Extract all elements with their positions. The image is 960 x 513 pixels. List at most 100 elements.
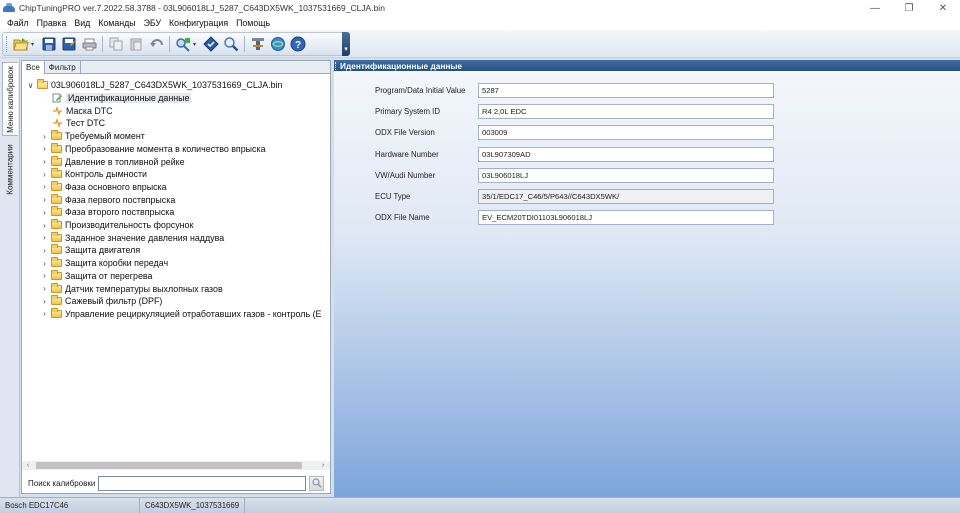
expand-icon[interactable]: › bbox=[40, 233, 49, 242]
save-as-icon[interactable] bbox=[60, 35, 78, 53]
field-value[interactable]: EV_ECM20TDI01103L906018LJ bbox=[478, 210, 774, 226]
copy-icon[interactable] bbox=[107, 35, 125, 53]
expand-icon[interactable]: › bbox=[40, 170, 49, 179]
folder-icon bbox=[51, 180, 62, 191]
menu-edit[interactable]: Правка bbox=[33, 18, 71, 28]
folder-icon bbox=[51, 244, 62, 255]
menu-bar: Файл Правка Вид Команды ЭБУ Конфигурация… bbox=[0, 16, 960, 30]
menu-help[interactable]: Помощь bbox=[232, 18, 274, 28]
tree-root-node[interactable]: ∨ 03L906018LJ_5287_C643DX5WK_1037531669_… bbox=[26, 79, 282, 92]
tree-folder[interactable]: › Фаза второго поствпрыска bbox=[40, 206, 174, 219]
undo-icon[interactable] bbox=[147, 35, 165, 53]
restore-button[interactable]: ❐ bbox=[892, 0, 926, 16]
tree-folder[interactable]: › Датчик температуры выхлопных газов bbox=[40, 282, 223, 295]
tools-icon[interactable] bbox=[249, 35, 267, 53]
expand-icon[interactable]: › bbox=[40, 309, 49, 318]
tree-filter-tabs: Все Фильтр bbox=[22, 61, 330, 74]
app-car-icon bbox=[3, 3, 15, 13]
expand-icon[interactable]: › bbox=[40, 182, 49, 191]
field-value[interactable]: R4 2,0L EDC bbox=[478, 104, 774, 120]
tree-folder[interactable]: › Контроль дымности bbox=[40, 168, 147, 181]
search-button[interactable] bbox=[309, 475, 324, 491]
field-label: Program/Data Initial Value bbox=[375, 86, 466, 95]
ecu-identify-icon[interactable] bbox=[174, 35, 192, 53]
tree-folder[interactable]: › Сажевый фильтр (DPF) bbox=[40, 295, 162, 308]
tree-folder[interactable]: › Управление рециркуляцией отработавших г… bbox=[40, 307, 321, 321]
expand-icon[interactable]: › bbox=[40, 246, 49, 255]
open-icon[interactable] bbox=[12, 35, 30, 53]
field-value[interactable]: 03L906018LJ bbox=[478, 167, 774, 183]
folder-icon bbox=[51, 307, 62, 318]
menu-configuration[interactable]: Конфигурация bbox=[165, 18, 232, 28]
folder-icon bbox=[51, 142, 62, 153]
status-bar: Bosch EDC17C46 C643DX5WK_1037531669 bbox=[0, 497, 960, 513]
tree-folder[interactable]: › Требуемый момент bbox=[40, 130, 145, 143]
dtc-icon bbox=[52, 118, 63, 129]
expand-icon[interactable]: › bbox=[40, 271, 49, 280]
open-dropdown-icon[interactable]: ▾ bbox=[31, 41, 37, 48]
tree-folder[interactable]: › Преобразование момента в количество впр… bbox=[40, 142, 266, 156]
expand-icon[interactable]: › bbox=[40, 132, 49, 141]
field-value[interactable]: 35/1/EDC17_C46/5/P643//C643DX5WK/ bbox=[478, 189, 774, 204]
tree-folder[interactable]: › Фаза основного впрыска bbox=[40, 180, 167, 194]
tree-item-identification[interactable]: Идентификационные данные bbox=[52, 92, 192, 105]
field-label: ODX File Name bbox=[375, 213, 430, 223]
search-icon[interactable] bbox=[222, 35, 240, 53]
expand-icon[interactable]: › bbox=[40, 195, 49, 204]
menu-commands[interactable]: Команды bbox=[94, 18, 139, 28]
minimize-button[interactable]: — bbox=[858, 0, 892, 16]
tree-folder[interactable]: › Фаза первого поствпрыска bbox=[40, 193, 175, 206]
tree-horizontal-scrollbar[interactable]: ‹ › bbox=[22, 461, 330, 470]
toolbar-overflow-button[interactable]: ▾ bbox=[342, 32, 350, 56]
field-label: ECU Type bbox=[375, 192, 411, 201]
menu-file[interactable]: Файл bbox=[3, 18, 33, 28]
title-bar: ChipTuningPRO ver.7.2022.58.3788 - 03L90… bbox=[0, 0, 960, 16]
save-icon[interactable] bbox=[40, 35, 58, 53]
expand-icon[interactable]: › bbox=[40, 297, 49, 306]
tree-folder[interactable]: › Защита от перегрева bbox=[40, 269, 152, 283]
tree-folder[interactable]: › Защита двигателя bbox=[40, 244, 140, 257]
toolbar-grip[interactable] bbox=[6, 36, 9, 52]
tree-folder[interactable]: › Защита коробки передач bbox=[40, 257, 168, 270]
scrollbar-thumb[interactable] bbox=[36, 462, 302, 469]
tab-calibration-menu[interactable]: Меню калибровок bbox=[2, 62, 18, 136]
close-button[interactable]: ✕ bbox=[926, 0, 960, 16]
calibration-tree-panel: Все Фильтр ∨ 03L906018LJ_5287_C643DX5WK_… bbox=[21, 60, 331, 494]
update-icon[interactable] bbox=[269, 35, 287, 53]
scroll-left-icon[interactable]: ‹ bbox=[23, 461, 33, 470]
tree-folder[interactable]: › Давление в топливной рейке bbox=[40, 155, 185, 168]
field-label: ODX File Version bbox=[375, 128, 435, 138]
expand-icon[interactable]: › bbox=[40, 157, 49, 166]
tree-folder[interactable]: › Производительность форсунок bbox=[40, 219, 193, 232]
checksum-icon[interactable] bbox=[202, 35, 220, 53]
field-row: ECU Type 35/1/EDC17_C46/5/P643//C643DX5WK… bbox=[375, 189, 774, 204]
expand-icon[interactable]: › bbox=[40, 259, 49, 268]
expand-icon[interactable]: › bbox=[40, 144, 49, 153]
scroll-right-icon[interactable]: › bbox=[318, 461, 328, 470]
search-input[interactable] bbox=[98, 475, 306, 491]
expand-icon[interactable]: › bbox=[40, 221, 49, 230]
collapse-icon[interactable]: ∨ bbox=[26, 81, 35, 90]
paste-icon[interactable] bbox=[127, 35, 145, 53]
identify-dropdown-icon[interactable]: ▾ bbox=[193, 41, 199, 48]
expand-icon[interactable]: › bbox=[40, 284, 49, 293]
print-icon[interactable] bbox=[80, 35, 98, 53]
field-label: VW/Audi Number bbox=[375, 170, 436, 180]
tree-item-dtc-test[interactable]: Тест DTC bbox=[52, 117, 105, 130]
tree-item-dtc-mask[interactable]: Маска DTC bbox=[52, 104, 113, 117]
tab-filter[interactable]: Фильтр bbox=[45, 61, 81, 74]
expand-icon[interactable]: › bbox=[40, 208, 49, 217]
tab-all[interactable]: Все bbox=[22, 61, 45, 74]
calibration-search: Поиск калибровки bbox=[22, 473, 330, 493]
menu-ecu[interactable]: ЭБУ bbox=[140, 18, 165, 28]
folder-icon bbox=[51, 269, 62, 280]
help-icon[interactable]: ? bbox=[289, 35, 307, 53]
tree-folder[interactable]: › Заданное значение давления наддува bbox=[40, 231, 224, 244]
folder-icon bbox=[51, 155, 62, 166]
tab-comments[interactable]: Комментарии bbox=[2, 140, 18, 198]
window-title: ChipTuningPRO ver.7.2022.58.3788 - 03L90… bbox=[19, 3, 385, 13]
field-value[interactable]: 5287 bbox=[478, 83, 774, 98]
field-value[interactable]: 003009 bbox=[478, 125, 774, 141]
menu-view[interactable]: Вид bbox=[70, 18, 94, 28]
field-value[interactable]: 03L907309AD bbox=[478, 146, 774, 162]
